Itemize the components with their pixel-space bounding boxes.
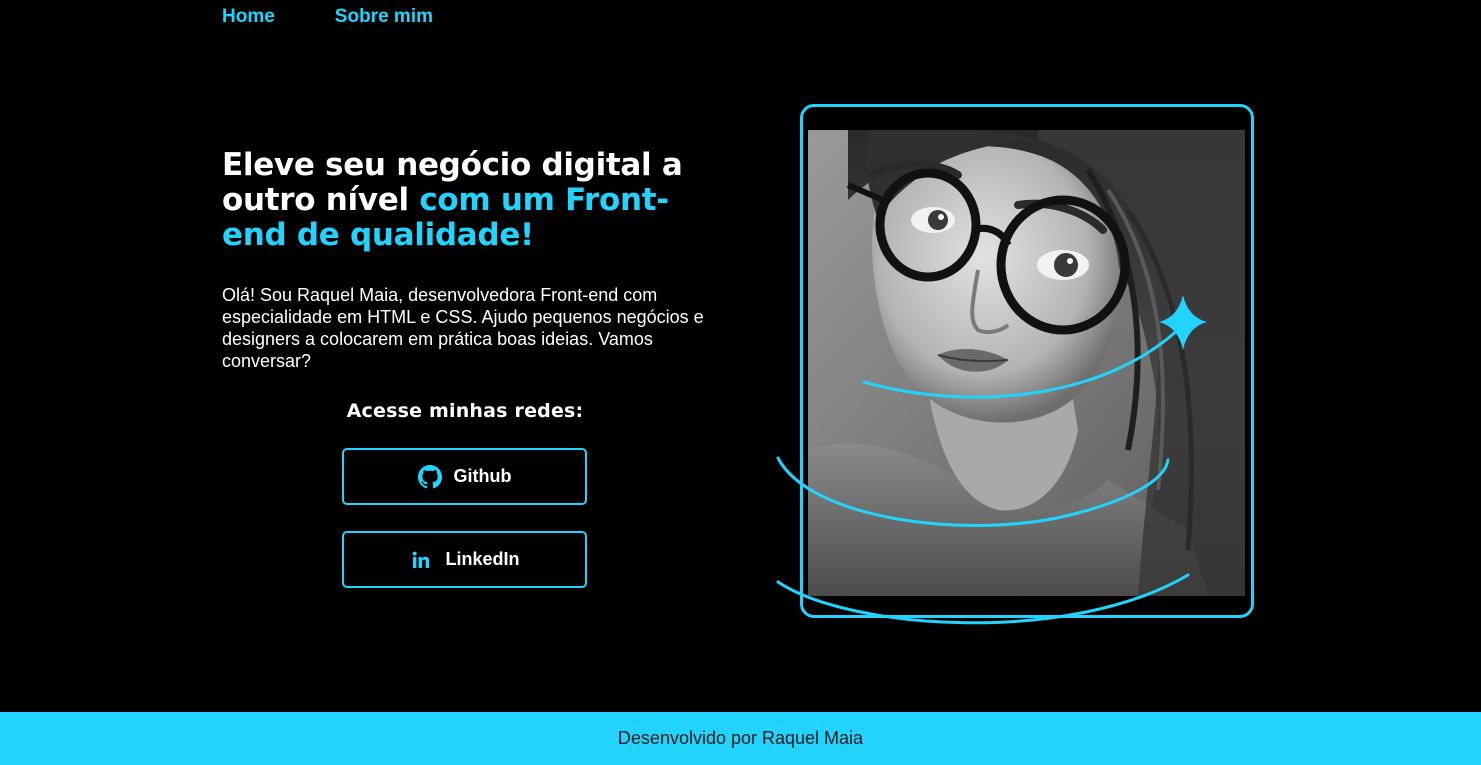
portrait-image bbox=[808, 130, 1245, 596]
github-button-label: Github bbox=[453, 466, 512, 486]
linkedin-button-label: LinkedIn bbox=[445, 549, 520, 569]
linkedin-icon bbox=[409, 548, 433, 572]
github-icon bbox=[417, 464, 442, 489]
github-button[interactable]: Github bbox=[342, 448, 587, 505]
nav-link-sobre-mim[interactable]: Sobre mim bbox=[335, 6, 433, 28]
footer-text: Desenvolvido por Raquel Maia bbox=[617, 728, 864, 748]
nav-link-home[interactable]: Home bbox=[222, 6, 275, 28]
main-nav: Home Sobre mim bbox=[222, 6, 433, 28]
hero-headline: Eleve seu negócio digital a outro nível … bbox=[222, 148, 722, 253]
portrait-section bbox=[770, 100, 1270, 640]
linkedin-button[interactable]: LinkedIn bbox=[342, 531, 587, 588]
social-title: Acesse minhas redes: bbox=[346, 400, 584, 422]
hero-intro-text: Olá! Sou Raquel Maia, desenvolvedora Fro… bbox=[222, 285, 704, 371]
footer: Desenvolvido por Raquel Maia bbox=[0, 712, 1481, 765]
